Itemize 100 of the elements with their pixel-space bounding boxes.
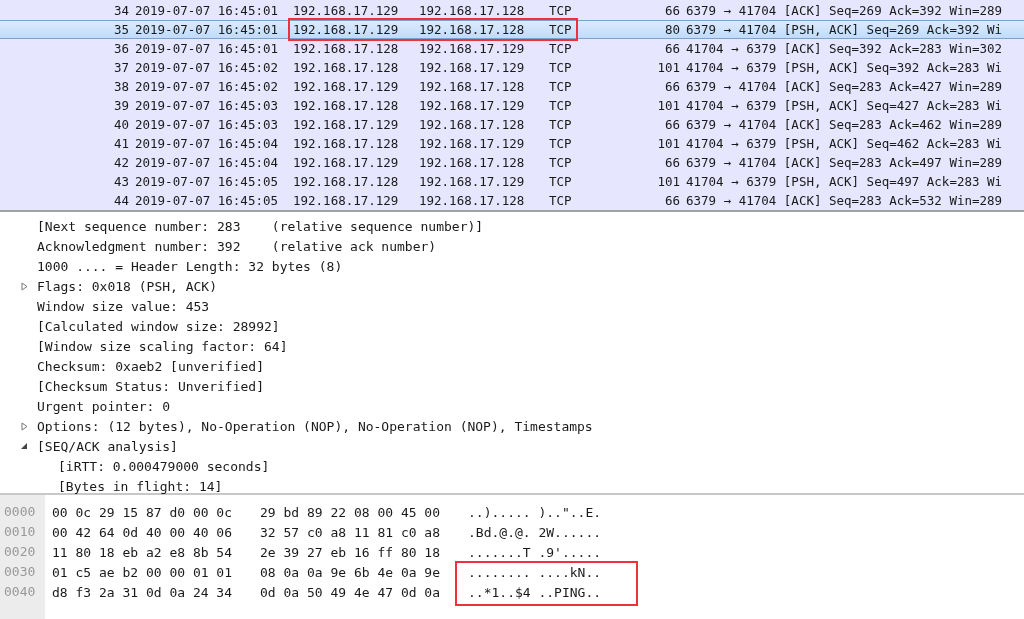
packet-time: 2019-07-07 16:45:03 — [135, 117, 279, 132]
detail-field[interactable]: Options: (12 bytes), No-Operation (NOP), No-Operation (NOP), Timestamps — [37, 418, 593, 434]
ascii-dump: .......T .9'..... — [468, 544, 603, 560]
packet-destination: 192.168.17.129 — [419, 60, 526, 75]
packet-length: 101 — [656, 98, 681, 113]
packet-info: 6379 → 41704 [ACK] Seq=283 Ack=427 Win=289 — [686, 79, 1004, 94]
hex-offset: 0040 — [3, 583, 37, 601]
detail-field[interactable]: [Checksum Status: Unverified] — [37, 378, 264, 394]
packet-source: 192.168.17.129 — [293, 117, 400, 132]
detail-field[interactable]: Flags: 0x018 (PSH, ACK) — [37, 278, 217, 294]
hex-offset: 0000 — [3, 503, 37, 521]
packet-protocol: TCP — [549, 117, 573, 132]
packet-protocol: TCP — [549, 136, 573, 151]
packet-info: 6379 → 41704 [ACK] Seq=283 Ack=532 Win=289 — [686, 193, 1004, 208]
packet-time: 2019-07-07 16:45:01 — [135, 22, 279, 37]
hex-bytes: 2e 39 27 eb 16 ff 80 18 — [260, 544, 441, 560]
packet-source: 192.168.17.129 — [293, 193, 400, 208]
packet-info: 41704 → 6379 [ACK] Seq=392 Ack=283 Win=302 — [686, 41, 1004, 56]
packet-time: 2019-07-07 16:45:05 — [135, 193, 279, 208]
hex-bytes: 32 57 c0 a8 11 81 c0 a8 — [260, 524, 441, 540]
detail-field[interactable]: Acknowledgment number: 392 (relative ack number) — [37, 238, 437, 254]
hex-bytes: 08 0a 0a 9e 6b 4e 0a 9e — [260, 564, 441, 580]
packet-info: 41704 → 6379 [PSH, ACK] Seq=427 Ack=283 Wi — [686, 98, 1004, 113]
detail-field[interactable]: [SEQ/ACK analysis] — [37, 438, 178, 454]
packet-destination: 192.168.17.129 — [419, 174, 526, 189]
packet-protocol: TCP — [549, 41, 573, 56]
packet-row[interactable]: 37 2019-07-07 16:45:02 192.168.17.128 192.168.17.129 TCP 101 41704 → 6379 [PSH, ACK] Seq=392 Ack=283 Wi — [0, 58, 1024, 77]
packet-number: 36 — [112, 41, 130, 56]
packet-protocol: TCP — [549, 155, 573, 170]
packet-time: 2019-07-07 16:45:02 — [135, 79, 279, 94]
hex-bytes: 01 c5 ae b2 00 00 01 01 — [52, 564, 233, 580]
hex-bytes: 00 42 64 0d 40 00 40 06 — [52, 524, 233, 540]
hex-offset: 0030 — [3, 563, 37, 581]
packet-info: 41704 → 6379 [PSH, ACK] Seq=497 Ack=283 Wi — [686, 174, 1004, 189]
packet-row[interactable]: 36 2019-07-07 16:45:01 192.168.17.128 192.168.17.129 TCP 66 41704 → 6379 [ACK] Seq=392 Ack=283 Win=302 — [0, 39, 1024, 58]
detail-field[interactable]: [Next sequence number: 283 (relative sequence number)] — [37, 218, 484, 234]
packet-protocol: TCP — [549, 79, 573, 94]
ascii-dump: ........ ....kN.. — [468, 564, 603, 580]
detail-field[interactable]: 1000 .... = Header Length: 32 bytes (8) — [37, 258, 343, 274]
detail-field[interactable]: [Window size scaling factor: 64] — [37, 338, 288, 354]
packet-destination: 192.168.17.128 — [419, 117, 526, 132]
packet-destination: 192.168.17.129 — [419, 136, 526, 151]
packet-time: 2019-07-07 16:45:05 — [135, 174, 279, 189]
detail-field[interactable]: Checksum: 0xaeb2 [unverified] — [37, 358, 264, 374]
packet-number: 40 — [112, 117, 130, 132]
packet-protocol: TCP — [549, 3, 573, 18]
packet-number: 35 — [112, 22, 130, 37]
packet-protocol: TCP — [549, 22, 573, 37]
packet-length: 66 — [663, 117, 681, 132]
hex-bytes: 11 80 18 eb a2 e8 8b 54 — [52, 544, 233, 560]
detail-field[interactable]: Window size value: 453 — [37, 298, 210, 314]
packet-length: 66 — [663, 155, 681, 170]
detail-field[interactable]: [iRTT: 0.000479000 seconds] — [58, 458, 270, 474]
hex-bytes: 29 bd 89 22 08 00 45 00 — [260, 504, 441, 520]
packet-source: 192.168.17.128 — [293, 60, 400, 75]
collapsed-triangle-icon[interactable] — [20, 281, 29, 291]
packet-length: 80 — [663, 22, 681, 37]
packet-destination: 192.168.17.128 — [419, 155, 526, 170]
packet-info: 6379 → 41704 [ACK] Seq=283 Ack=462 Win=289 — [686, 117, 1004, 132]
packet-row[interactable]: 38 2019-07-07 16:45:02 192.168.17.129 192.168.17.128 TCP 66 6379 → 41704 [ACK] Seq=283 Ack=427 Win=289 — [0, 77, 1024, 96]
packet-row[interactable]: 40 2019-07-07 16:45:03 192.168.17.129 192.168.17.128 TCP 66 6379 → 41704 [ACK] Seq=283 Ack=462 Win=289 — [0, 115, 1024, 134]
detail-field[interactable]: [Bytes in flight: 14] — [58, 478, 223, 494]
packet-source: 192.168.17.128 — [293, 41, 400, 56]
detail-field[interactable]: [Calculated window size: 28992] — [37, 318, 280, 334]
packet-length: 101 — [656, 174, 681, 189]
hex-bytes: d8 f3 2a 31 0d 0a 24 34 — [52, 584, 233, 600]
packet-destination: 192.168.17.129 — [419, 41, 526, 56]
packet-number: 43 — [112, 174, 130, 189]
packet-info: 6379 → 41704 [ACK] Seq=269 Ack=392 Win=289 — [686, 3, 1004, 18]
packet-source: 192.168.17.128 — [293, 136, 400, 151]
packet-row[interactable]: 34 2019-07-07 16:45:01 192.168.17.129 192.168.17.128 TCP 66 6379 → 41704 [ACK] Seq=269 Ack=392 Win=289 — [0, 1, 1024, 20]
packet-length: 66 — [663, 41, 681, 56]
detail-field[interactable]: Urgent pointer: 0 — [37, 398, 171, 414]
packet-row[interactable]: 44 2019-07-07 16:45:05 192.168.17.129 192.168.17.128 TCP 66 6379 → 41704 [ACK] Seq=283 Ack=532 Win=289 — [0, 191, 1024, 210]
packet-time: 2019-07-07 16:45:01 — [135, 41, 279, 56]
packet-length: 101 — [656, 136, 681, 151]
packet-info: 6379 → 41704 [ACK] Seq=283 Ack=497 Win=289 — [686, 155, 1004, 170]
hex-bytes: 0d 0a 50 49 4e 47 0d 0a — [260, 584, 441, 600]
packet-row[interactable]: 43 2019-07-07 16:45:05 192.168.17.128 192.168.17.129 TCP 101 41704 → 6379 [PSH, ACK] Seq=497 Ack=283 Wi — [0, 172, 1024, 191]
packet-protocol: TCP — [549, 174, 573, 189]
ascii-dump: ..)..... ).."..E. — [468, 504, 603, 520]
packet-time: 2019-07-07 16:45:02 — [135, 60, 279, 75]
packet-time: 2019-07-07 16:45:04 — [135, 155, 279, 170]
packet-source: 192.168.17.128 — [293, 174, 400, 189]
packet-info: 6379 → 41704 [PSH, ACK] Seq=269 Ack=392 Wi — [686, 22, 1004, 37]
packet-number: 41 — [112, 136, 130, 151]
packet-time: 2019-07-07 16:45:04 — [135, 136, 279, 151]
packet-length: 101 — [656, 60, 681, 75]
packet-length: 66 — [663, 79, 681, 94]
packet-row[interactable]: 39 2019-07-07 16:45:03 192.168.17.128 192.168.17.129 TCP 101 41704 → 6379 [PSH, ACK] Seq=427 Ack=283 Wi — [0, 96, 1024, 115]
expanded-triangle-icon[interactable] — [20, 441, 29, 451]
packet-number: 37 — [112, 60, 130, 75]
packet-row[interactable]: 35 2019-07-07 16:45:01 192.168.17.129 192.168.17.128 TCP 80 6379 → 41704 [PSH, ACK] Seq=269 Ack=392 Wi — [0, 20, 1024, 39]
collapsed-triangle-icon[interactable] — [20, 421, 29, 431]
packet-source: 192.168.17.128 — [293, 98, 400, 113]
packet-protocol: TCP — [549, 98, 573, 113]
packet-row[interactable]: 42 2019-07-07 16:45:04 192.168.17.129 192.168.17.128 TCP 66 6379 → 41704 [ACK] Seq=283 Ack=497 Win=289 — [0, 153, 1024, 172]
packet-number: 44 — [112, 193, 130, 208]
hex-offset: 0020 — [3, 543, 37, 561]
packet-row[interactable]: 41 2019-07-07 16:45:04 192.168.17.128 192.168.17.129 TCP 101 41704 → 6379 [PSH, ACK] Seq=462 Ack=283 Wi — [0, 134, 1024, 153]
